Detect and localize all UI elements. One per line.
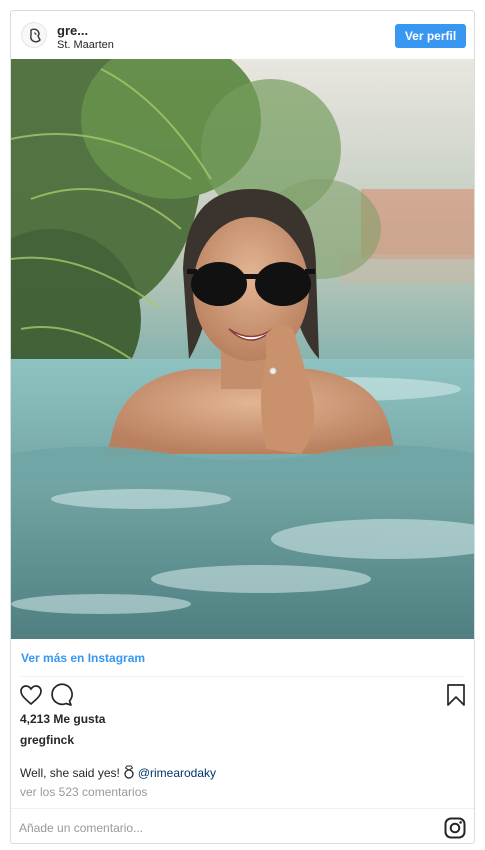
post-photo[interactable] [11,59,474,639]
view-more-on-instagram-link[interactable]: Ver más en Instagram [21,651,145,665]
divider [11,808,474,809]
instagram-embed-card: gre... St. Maarten Ver perfil Ver más en… [10,10,475,844]
caption-text: Well, she said yes! [20,766,120,780]
divider [21,676,464,677]
heart-icon[interactable] [19,683,43,707]
avatar[interactable] [21,22,47,48]
instagram-logo-icon[interactable] [444,817,466,839]
caption-mention[interactable]: @rimearodaky [138,766,216,780]
location[interactable]: St. Maarten [57,39,114,51]
caption: Well, she said yes! @rimearodaky [20,765,216,780]
post-owner[interactable]: gregfinck [20,733,74,747]
comment-icon[interactable] [49,683,73,707]
view-profile-button[interactable]: Ver perfil [395,24,466,48]
post-header: gre... St. Maarten Ver perfil [11,11,474,59]
ring-icon [123,765,135,779]
bookmark-icon[interactable] [445,683,467,707]
likes-count[interactable]: 4,213 Me gusta [20,712,105,726]
username[interactable]: gre... [57,23,88,38]
comment-input[interactable] [19,817,419,839]
view-comments-link[interactable]: ver los 523 comentarios [20,785,147,799]
